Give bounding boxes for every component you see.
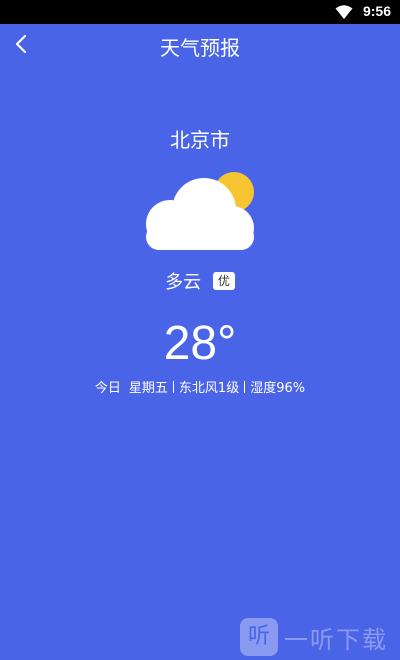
weather-condition: 多云 bbox=[165, 272, 202, 293]
day-label: 今日 bbox=[94, 381, 121, 396]
watermark: 听一听下载 bbox=[240, 618, 388, 658]
partly-cloudy-icon bbox=[146, 172, 254, 250]
divider bbox=[244, 380, 246, 393]
app-header: 天气预报 bbox=[0, 24, 400, 66]
status-bar: 9:56 bbox=[0, 0, 400, 24]
air-quality-badge: 优 bbox=[212, 272, 235, 290]
weekday-label: 星期五 bbox=[128, 381, 168, 396]
wifi-icon bbox=[335, 5, 353, 19]
status-time: 9:56 bbox=[362, 3, 391, 19]
city-name: 北京市 bbox=[170, 128, 230, 152]
condition-row: 多云 优 bbox=[0, 268, 400, 294]
wind-info: 东北风1级 bbox=[178, 381, 240, 396]
weather-details: 今日 星期五 东北风1级 湿度96% bbox=[0, 377, 400, 396]
temperature: 28° bbox=[163, 317, 237, 370]
watermark-logo: 听 bbox=[240, 618, 278, 656]
watermark-text: 一听下载 bbox=[284, 625, 388, 654]
page-title: 天气预报 bbox=[160, 36, 240, 60]
divider bbox=[172, 380, 174, 393]
humidity-info: 湿度96% bbox=[250, 381, 306, 396]
